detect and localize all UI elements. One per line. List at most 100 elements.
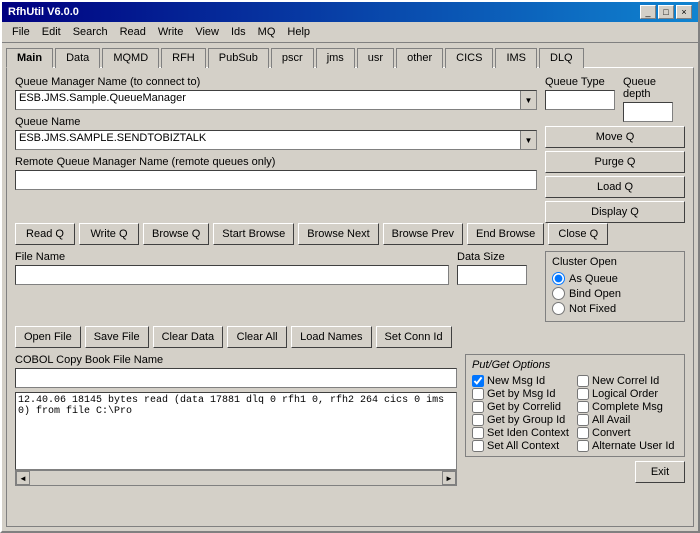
maximize-button[interactable]: □ xyxy=(658,5,674,19)
queue-manager-dropdown[interactable]: ▼ xyxy=(520,91,536,109)
tab-rfh[interactable]: RFH xyxy=(161,48,206,68)
menu-help[interactable]: Help xyxy=(281,24,316,40)
opt-convert: Convert xyxy=(577,427,678,439)
opt-alternate-user-id: Alternate User Id xyxy=(577,440,678,452)
opt-get-by-msg-id: Get by Msg Id xyxy=(472,388,573,400)
opt-new-msg-id-check[interactable] xyxy=(472,375,484,387)
menu-file[interactable]: File xyxy=(6,24,36,40)
opt-alternate-user-id-check[interactable] xyxy=(577,440,589,452)
top-section: Queue Manager Name (to connect to) ESB.J… xyxy=(15,76,685,223)
menu-edit[interactable]: Edit xyxy=(36,24,67,40)
display-q-button[interactable]: Display Q xyxy=(545,201,685,223)
tab-usr[interactable]: usr xyxy=(357,48,394,68)
start-browse-button[interactable]: Start Browse xyxy=(213,223,294,245)
queue-type-box: Queue Type xyxy=(545,76,615,122)
data-size-section: Data Size 17881 xyxy=(457,251,537,322)
set-conn-id-button[interactable]: Set Conn Id xyxy=(376,326,452,348)
opt-set-iden-context-check[interactable] xyxy=(472,427,484,439)
open-file-button[interactable]: Open File xyxy=(15,326,81,348)
opt-get-by-correlid-check[interactable] xyxy=(472,401,484,413)
opt-new-msg-id: New Msg Id xyxy=(472,375,573,387)
opt-logical-order-label: Logical Order xyxy=(592,388,658,400)
end-browse-button[interactable]: End Browse xyxy=(467,223,544,245)
menu-search[interactable]: Search xyxy=(67,24,114,40)
scroll-right-button[interactable]: ► xyxy=(442,471,456,485)
file-size-cluster-row: File Name C:\Projects\Microsoft.Practice… xyxy=(15,251,685,322)
opt-get-by-msg-id-check[interactable] xyxy=(472,388,484,400)
browse-prev-button[interactable]: Browse Prev xyxy=(383,223,463,245)
queue-name-value[interactable]: ESB.JMS.SAMPLE.SENDTOBIZTALK xyxy=(16,131,520,149)
move-q-button[interactable]: Move Q xyxy=(545,126,685,148)
tab-ims[interactable]: IMS xyxy=(495,48,537,68)
queue-depth-label: Queue depth xyxy=(623,76,685,100)
cluster-as-queue-label: As Queue xyxy=(569,273,618,285)
data-size-input[interactable]: 17881 xyxy=(457,265,527,285)
tab-data[interactable]: Data xyxy=(55,48,100,68)
tab-cics[interactable]: CICS xyxy=(445,48,493,68)
cluster-as-queue-row: As Queue xyxy=(552,272,678,285)
cluster-open-section: Cluster Open As Queue Bind Open Not Fixe… xyxy=(545,251,685,322)
purge-q-button[interactable]: Purge Q xyxy=(545,151,685,173)
cluster-open-title: Cluster Open xyxy=(552,256,678,268)
cluster-bind-open-row: Bind Open xyxy=(552,287,678,300)
write-q-button[interactable]: Write Q xyxy=(79,223,139,245)
bottom-area: COBOL Copy Book File Name 12.40.06 18145… xyxy=(15,354,685,486)
browse-next-button[interactable]: Browse Next xyxy=(298,223,378,245)
opt-get-by-group-id-check[interactable] xyxy=(472,414,484,426)
opt-logical-order-check[interactable] xyxy=(577,388,589,400)
remote-queue-input[interactable] xyxy=(15,170,537,190)
cluster-as-queue-radio[interactable] xyxy=(552,272,565,285)
menu-bar: File Edit Search Read Write View Ids MQ … xyxy=(2,22,698,43)
tab-jms[interactable]: jms xyxy=(316,48,355,68)
read-q-button[interactable]: Read Q xyxy=(15,223,75,245)
opt-get-by-msg-id-label: Get by Msg Id xyxy=(487,388,555,400)
menu-view[interactable]: View xyxy=(189,24,225,40)
tab-mqmd[interactable]: MQMD xyxy=(102,48,159,68)
close-button[interactable]: × xyxy=(676,5,692,19)
queue-manager-value[interactable]: ESB.JMS.Sample.QueueManager xyxy=(16,91,520,109)
clear-data-button[interactable]: Clear Data xyxy=(153,326,224,348)
tab-dlq[interactable]: DLQ xyxy=(539,48,584,68)
load-q-button[interactable]: Load Q xyxy=(545,176,685,198)
tab-other[interactable]: other xyxy=(396,48,443,68)
put-get-options-title: Put/Get Options xyxy=(472,359,678,371)
opt-set-all-context-check[interactable] xyxy=(472,440,484,452)
options-grid: New Msg Id New Correl Id Get by Msg Id xyxy=(472,375,678,452)
file-name-input[interactable]: C:\Projects\Microsoft.Practices.ESB\Sour… xyxy=(15,265,449,285)
queue-name-group: Queue Name ESB.JMS.SAMPLE.SENDTOBIZTALK … xyxy=(15,116,537,150)
exit-row: Exit xyxy=(465,461,685,483)
tab-main[interactable]: Main xyxy=(6,48,53,68)
load-names-button[interactable]: Load Names xyxy=(291,326,371,348)
scroll-left-button[interactable]: ◄ xyxy=(16,471,30,485)
queue-type-depth-row: Queue Type Queue depth 0 xyxy=(545,76,685,122)
opt-new-msg-id-label: New Msg Id xyxy=(487,375,545,387)
queue-name-dropdown[interactable]: ▼ xyxy=(520,131,536,149)
minimize-button[interactable]: _ xyxy=(640,5,656,19)
opt-set-iden-context-label: Set Iden Context xyxy=(487,427,569,439)
menu-mq[interactable]: MQ xyxy=(252,24,282,40)
cobol-input[interactable] xyxy=(15,368,457,388)
opt-new-correl-id-check[interactable] xyxy=(577,375,589,387)
close-q-button[interactable]: Close Q xyxy=(548,223,608,245)
opt-all-avail-check[interactable] xyxy=(577,414,589,426)
cluster-bind-open-radio[interactable] xyxy=(552,287,565,300)
opt-complete-msg-check[interactable] xyxy=(577,401,589,413)
horizontal-scrollbar[interactable]: ◄ ► xyxy=(15,470,457,486)
browse-q-button[interactable]: Browse Q xyxy=(143,223,209,245)
cluster-not-fixed-radio[interactable] xyxy=(552,302,565,315)
exit-button[interactable]: Exit xyxy=(635,461,685,483)
menu-ids[interactable]: Ids xyxy=(225,24,252,40)
window-controls: _ □ × xyxy=(640,5,692,19)
save-file-button[interactable]: Save File xyxy=(85,326,149,348)
opt-get-by-correlid: Get by Correlid xyxy=(472,401,573,413)
queue-type-input[interactable] xyxy=(545,90,615,110)
tab-pubsub[interactable]: PubSub xyxy=(208,48,269,68)
opt-convert-check[interactable] xyxy=(577,427,589,439)
opt-all-avail-label: All Avail xyxy=(592,414,630,426)
queue-depth-input[interactable]: 0 xyxy=(623,102,673,122)
opt-get-by-group-id: Get by Group Id xyxy=(472,414,573,426)
tab-pscr[interactable]: pscr xyxy=(271,48,314,68)
menu-read[interactable]: Read xyxy=(114,24,152,40)
menu-write[interactable]: Write xyxy=(152,24,189,40)
clear-all-button[interactable]: Clear All xyxy=(227,326,287,348)
